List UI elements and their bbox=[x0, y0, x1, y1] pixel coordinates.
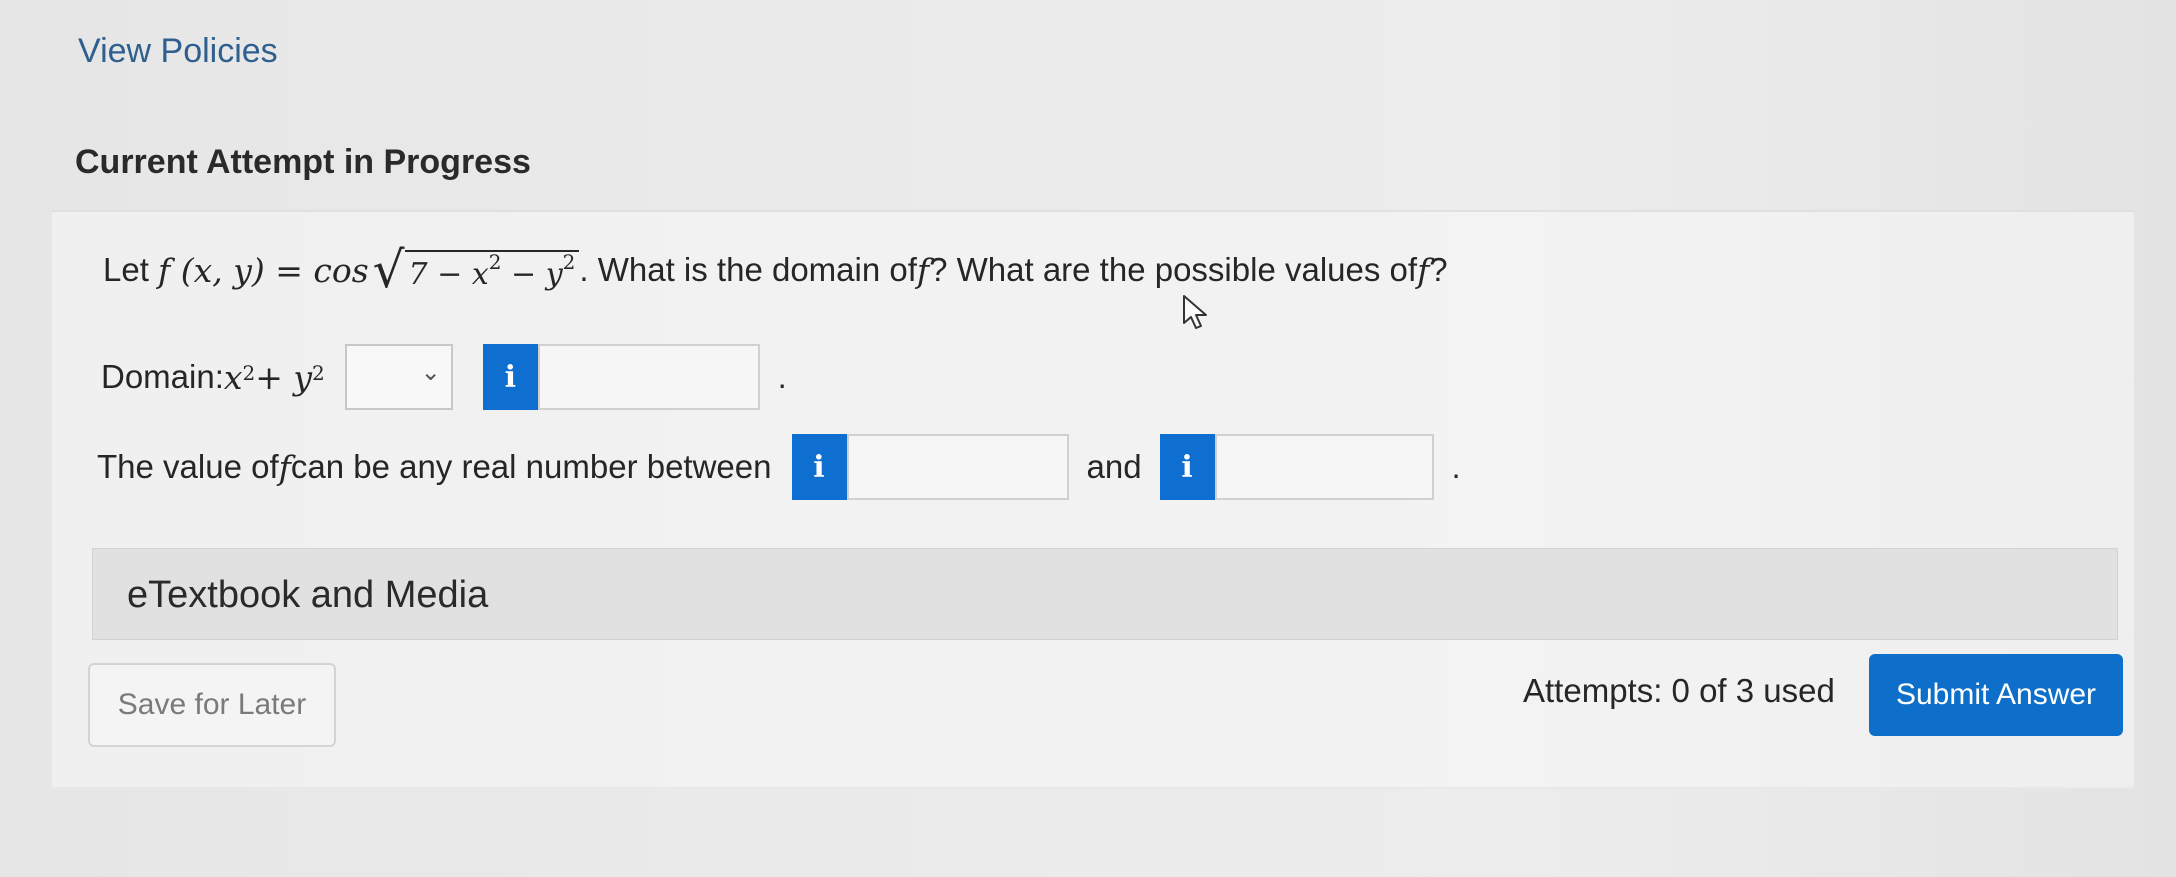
radicand-part-b: − y bbox=[501, 257, 563, 292]
save-for-later-button[interactable]: Save for Later bbox=[88, 663, 336, 747]
and-label: and bbox=[1086, 448, 1142, 485]
function-symbol: f bbox=[916, 250, 930, 290]
info-icon[interactable]: i bbox=[482, 344, 538, 410]
radicand-part-a: 7 − x bbox=[408, 257, 489, 292]
period: . bbox=[1451, 448, 1461, 485]
square-root: √ 7 − x2 − y2 bbox=[372, 241, 580, 299]
info-icon[interactable]: i bbox=[1159, 434, 1215, 500]
function-symbol: f bbox=[1417, 250, 1430, 290]
function-symbol: f bbox=[278, 447, 291, 487]
domain-label: Domain: bbox=[101, 358, 224, 395]
domain-row: Domain: x2 + y2 ⌄ i . bbox=[101, 344, 787, 410]
domain-answer-input[interactable] bbox=[537, 344, 760, 410]
exponent: 2 bbox=[312, 361, 325, 385]
question-text-part: ? bbox=[1429, 251, 1448, 288]
domain-expression: + y bbox=[255, 357, 313, 397]
attempts-counter: Attempts: 0 of 3 used bbox=[1523, 672, 1835, 709]
lower-bound-input[interactable] bbox=[846, 434, 1069, 500]
submit-answer-button[interactable]: Submit Answer bbox=[1869, 654, 2123, 736]
upper-bound-input[interactable] bbox=[1214, 434, 1434, 500]
radicand: 7 − x2 − y2 bbox=[404, 250, 580, 292]
etextbook-media-section[interactable]: eTextbook and Media bbox=[92, 548, 2118, 640]
question-prefix: Let bbox=[103, 251, 149, 288]
range-label: can be any real number between bbox=[290, 448, 772, 485]
inequality-dropdown[interactable]: ⌄ bbox=[344, 344, 453, 410]
chevron-down-icon: ⌄ bbox=[420, 358, 441, 386]
attempt-heading: Current Attempt in Progress bbox=[75, 143, 531, 181]
info-icon[interactable]: i bbox=[791, 434, 847, 500]
exponent: 2 bbox=[242, 361, 256, 385]
exponent: 2 bbox=[488, 250, 502, 274]
radical-sign: √ bbox=[372, 241, 405, 299]
function-expression: f (x, y) = cos bbox=[158, 251, 369, 290]
range-label: The value of bbox=[97, 448, 279, 485]
mouse-pointer-icon bbox=[1183, 295, 1207, 329]
question-text: Let f (x, y) = cos √ 7 − x2 − y2 . What … bbox=[103, 241, 1448, 299]
question-text-part: . What is the domain of bbox=[579, 251, 917, 288]
view-policies-link[interactable]: View Policies bbox=[78, 32, 278, 71]
domain-expression: x bbox=[223, 357, 243, 397]
function-name: f (x, y) = cos bbox=[158, 250, 369, 290]
question-text-part: ? What are the possible values of bbox=[929, 251, 1418, 288]
range-row: The value of f can be any real number be… bbox=[97, 434, 1460, 500]
exponent: 2 bbox=[562, 250, 576, 274]
period: . bbox=[777, 358, 787, 395]
